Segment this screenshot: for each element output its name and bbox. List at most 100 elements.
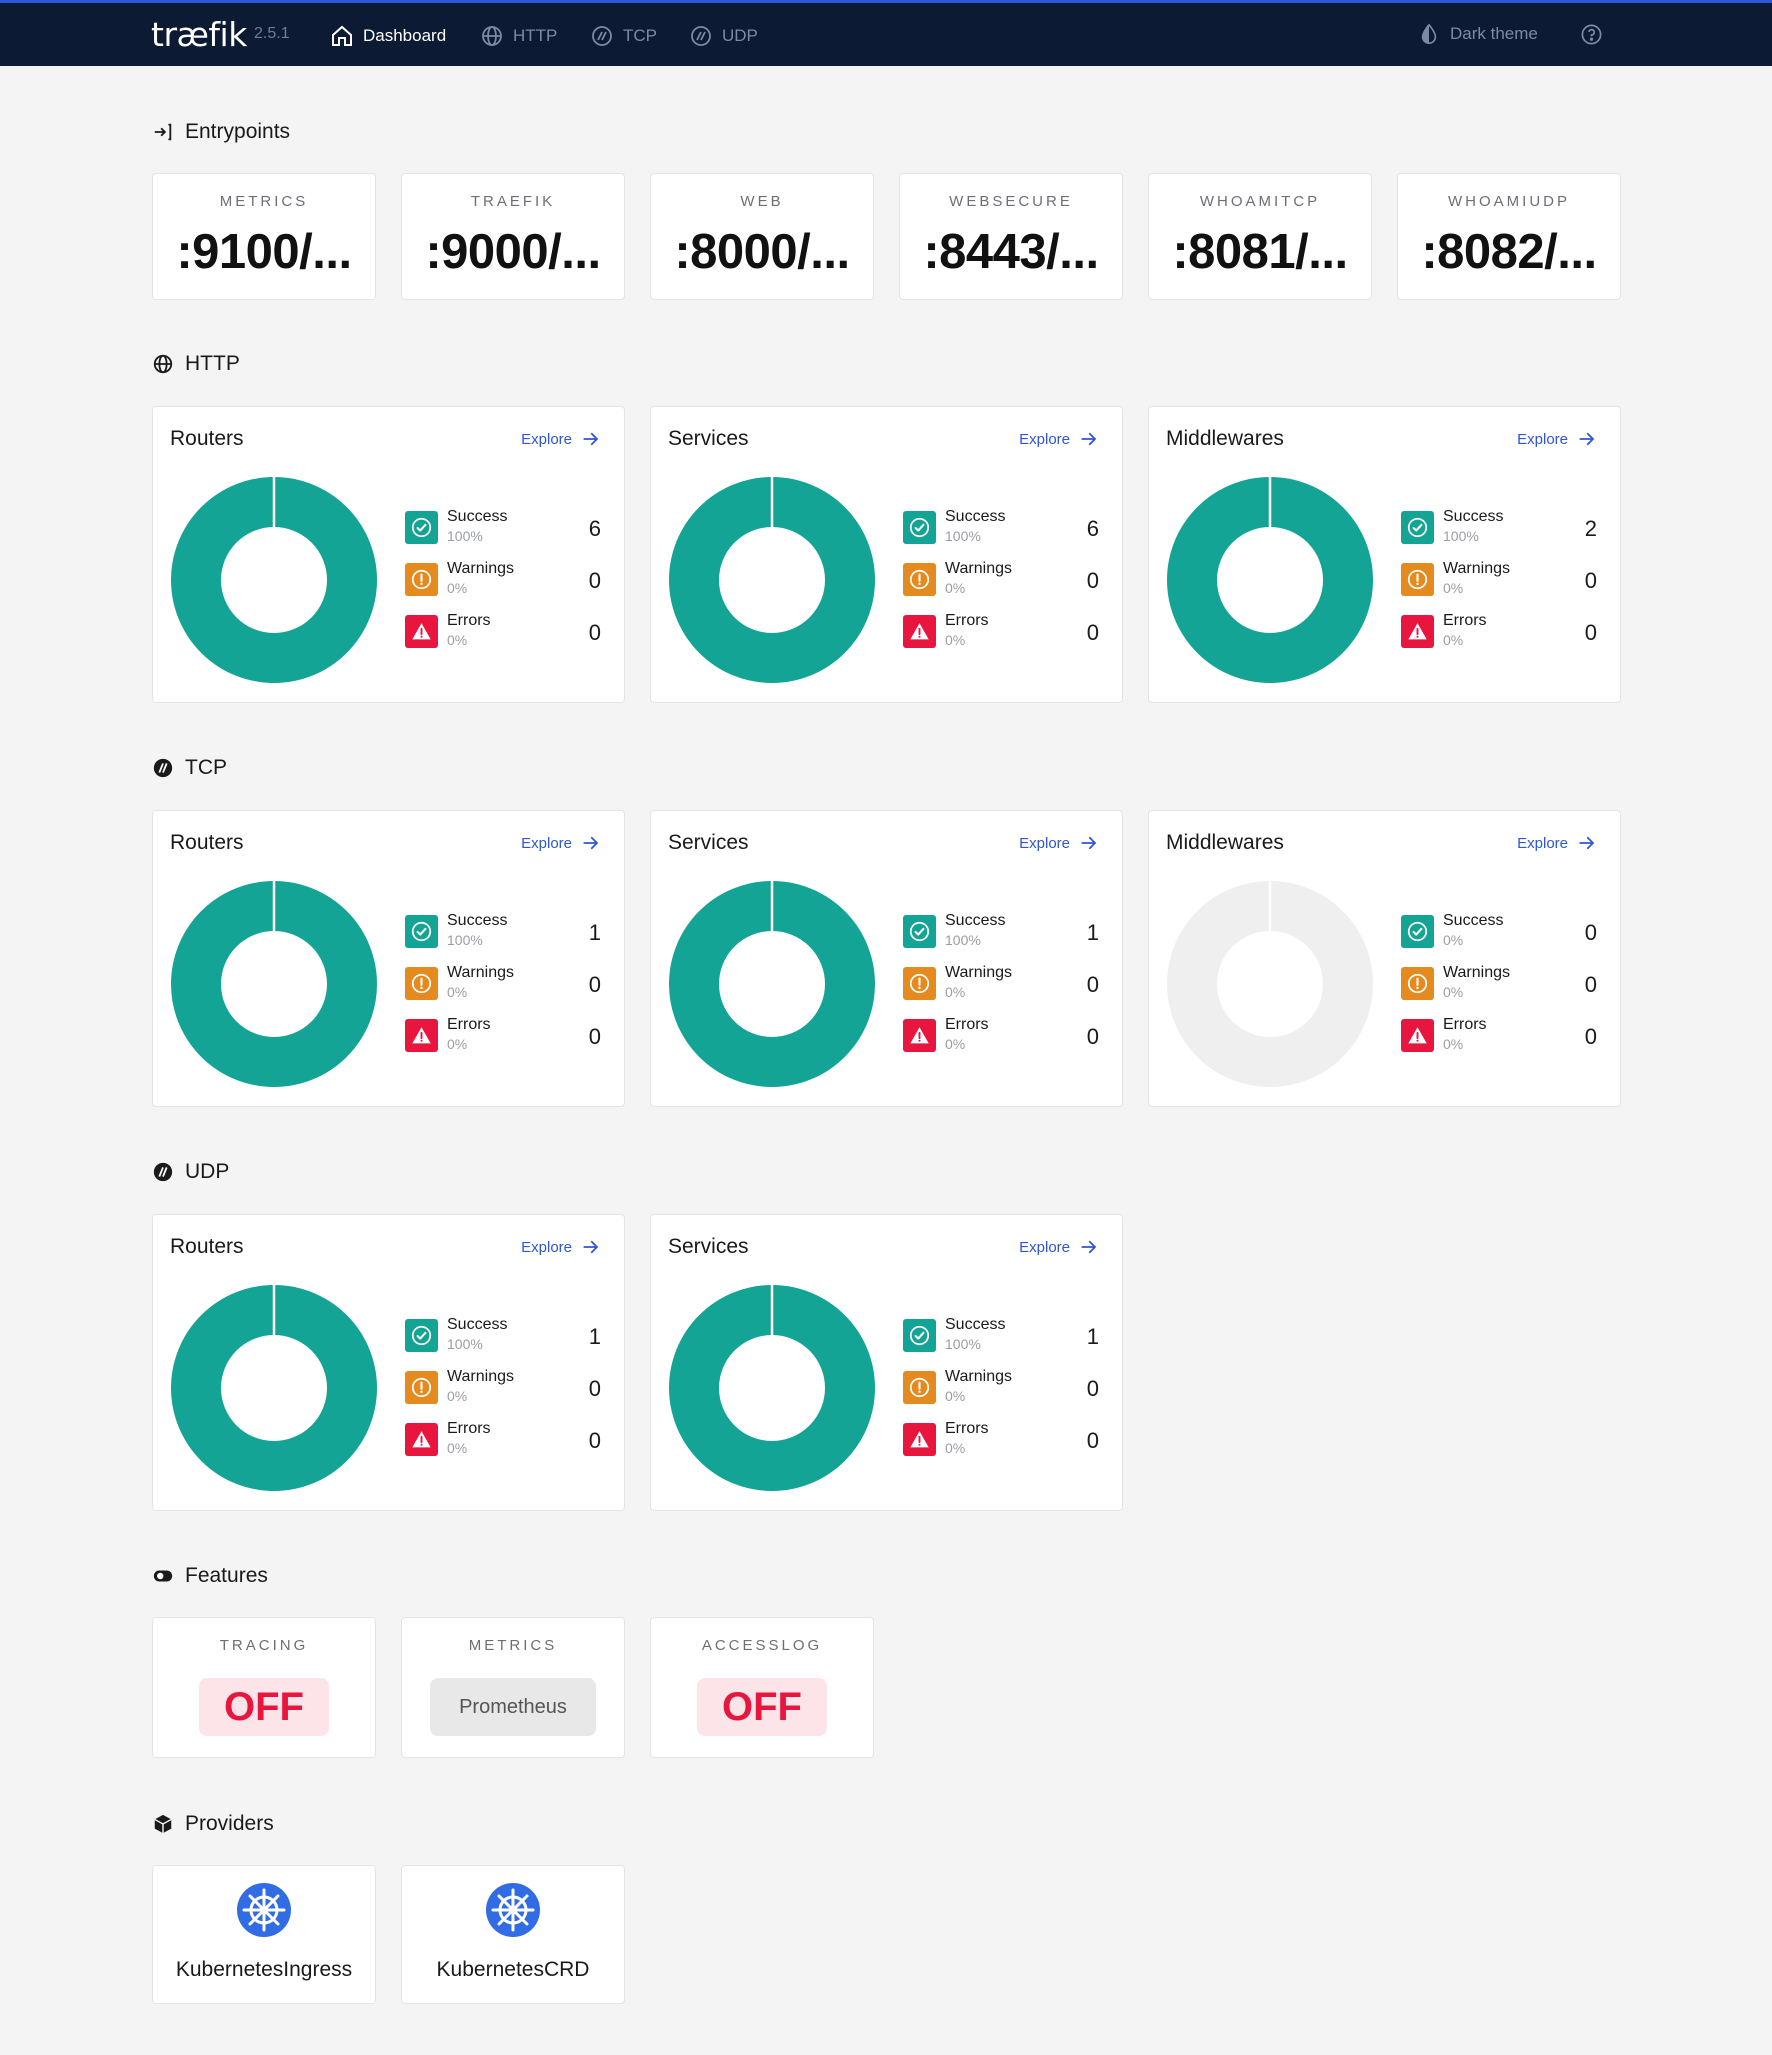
arrow-right-icon [583, 836, 599, 850]
explore-link[interactable]: Explore [521, 430, 600, 448]
legend-percent: 0% [447, 1036, 468, 1052]
nav-tcp-label: TCP [623, 26, 657, 45]
legend-warnings: Warnings 0% 0 [903, 560, 1099, 598]
legend-percent: 0% [945, 1388, 966, 1404]
top-navbar: træfik 2.5.1 Dashboard HTTP TCP UDP Dark… [0, 0, 1772, 66]
legend-count: 1 [1086, 1324, 1099, 1349]
legend-warnings: Warnings 0% 0 [405, 1368, 601, 1406]
explore-label: Explore [1517, 430, 1568, 448]
check-icon [405, 511, 438, 544]
legend-errors: Errors 0% 0 [903, 612, 1099, 650]
explore-link[interactable]: Explore [1019, 430, 1098, 448]
legend-percent: 0% [1443, 1036, 1464, 1052]
kubernetes-icon [237, 1883, 291, 1937]
udp-icon [153, 1162, 173, 1182]
legend-label: Success [447, 508, 508, 525]
legend-errors: Errors 0% 0 [1401, 612, 1597, 650]
legend-percent: 0% [1443, 580, 1464, 596]
globe-icon [153, 354, 173, 374]
legend-warnings: Warnings 0% 0 [1401, 560, 1597, 598]
feature-name: METRICS [468, 1637, 558, 1654]
legend-errors: Errors 0% 0 [405, 1420, 601, 1458]
legend-label: Errors [447, 612, 491, 629]
legend-label: Errors [945, 1016, 989, 1033]
check-icon [405, 915, 438, 948]
explore-label: Explore [521, 834, 572, 852]
explore-link[interactable]: Explore [1517, 834, 1596, 852]
legend-percent: 100% [945, 528, 981, 544]
status-donut-chart [171, 476, 377, 683]
legend-success: Success 100% 2 [1401, 508, 1597, 546]
legend-label: Success [945, 508, 1006, 525]
error-icon [405, 1423, 438, 1456]
nav-dashboard[interactable]: Dashboard [330, 23, 446, 49]
entrypoint-name: WEBSECURE [949, 193, 1073, 210]
check-icon [903, 915, 936, 948]
warning-icon [903, 967, 936, 1000]
entrypoint-card-traefik: TRAEFIK :9000/... [401, 173, 625, 300]
entrypoint-address: :8443/... [923, 225, 1099, 279]
warning-icon [903, 563, 936, 596]
legend-label: Success [447, 1316, 508, 1333]
legend-success: Success 100% 6 [405, 508, 601, 546]
explore-link[interactable]: Explore [1517, 430, 1596, 448]
providers-title: Providers [185, 1812, 274, 1835]
explore-label: Explore [1019, 1238, 1070, 1256]
legend-percent: 0% [447, 1440, 468, 1456]
entrypoint-card-metrics: METRICS :9100/... [152, 173, 376, 300]
legend-count: 0 [1584, 620, 1597, 645]
entrypoint-card-websecure: WEBSECURE :8443/... [899, 173, 1123, 300]
legend-warnings: Warnings 0% 0 [903, 964, 1099, 1002]
legend-percent: 0% [447, 984, 468, 1000]
legend-percent: 0% [945, 1036, 966, 1052]
check-icon [903, 511, 936, 544]
legend-percent: 100% [1443, 528, 1479, 544]
legend-success: Success 100% 1 [405, 912, 601, 950]
provider-name: KubernetesIngress [175, 1958, 353, 1981]
nav-udp[interactable]: UDP [689, 23, 758, 49]
legend-count: 0 [1584, 568, 1597, 593]
feature-card-accesslog: ACCESSLOG OFF [650, 1617, 874, 1758]
feature-status-badge: OFF [697, 1678, 827, 1736]
entrypoints-heading: Entrypoints [152, 118, 290, 146]
legend-percent: 0% [1443, 984, 1464, 1000]
theme-toggle[interactable]: Dark theme [1418, 23, 1538, 45]
features-title: Features [185, 1564, 268, 1587]
legend-count: 0 [1086, 1428, 1099, 1453]
tcp-services-card: Services Explore Success 100% 1 Warnings 0% 0 Er… [650, 810, 1123, 1107]
theme-toggle-label: Dark theme [1450, 24, 1538, 43]
providers-heading: Providers [152, 1810, 274, 1838]
legend-count: 0 [588, 568, 601, 593]
arrow-right-icon [583, 432, 599, 446]
explore-link[interactable]: Explore [1019, 1238, 1098, 1256]
check-icon [903, 1319, 936, 1352]
entrypoint-icon [154, 123, 172, 141]
help-button[interactable] [1580, 23, 1603, 46]
explore-link[interactable]: Explore [521, 1238, 600, 1256]
http-middlewares-card: Middlewares Explore Success 100% 2 Warnings 0%… [1148, 406, 1621, 703]
legend-label: Success [945, 912, 1006, 929]
card-title: Services [668, 831, 749, 854]
legend-count: 6 [588, 516, 601, 541]
card-title: Middlewares [1166, 831, 1284, 854]
arrow-right-icon [1579, 432, 1595, 446]
udp-icon [691, 26, 711, 46]
card-title: Routers [170, 1235, 244, 1258]
explore-link[interactable]: Explore [521, 834, 600, 852]
legend-label: Warnings [447, 560, 514, 577]
nav-tcp[interactable]: TCP [590, 23, 657, 49]
warning-icon [1401, 563, 1434, 596]
explore-link[interactable]: Explore [1019, 834, 1098, 852]
legend-count: 1 [1086, 920, 1099, 945]
entrypoint-address: :9000/... [425, 225, 601, 279]
legend-label: Errors [1443, 612, 1487, 629]
warning-icon [405, 967, 438, 1000]
legend-label: Success [1443, 912, 1504, 929]
check-icon [405, 1319, 438, 1352]
legend-percent: 0% [1443, 632, 1464, 648]
provider-card-kubernetesingress: KubernetesIngress [152, 1865, 376, 2004]
nav-http[interactable]: HTTP [480, 23, 557, 49]
traefik-logo[interactable]: træfik [151, 15, 247, 54]
tcp-middlewares-card: Middlewares Explore Success 0% 0 Warnings 0% 0 E… [1148, 810, 1621, 1107]
entrypoint-address: :8000/... [674, 225, 850, 279]
